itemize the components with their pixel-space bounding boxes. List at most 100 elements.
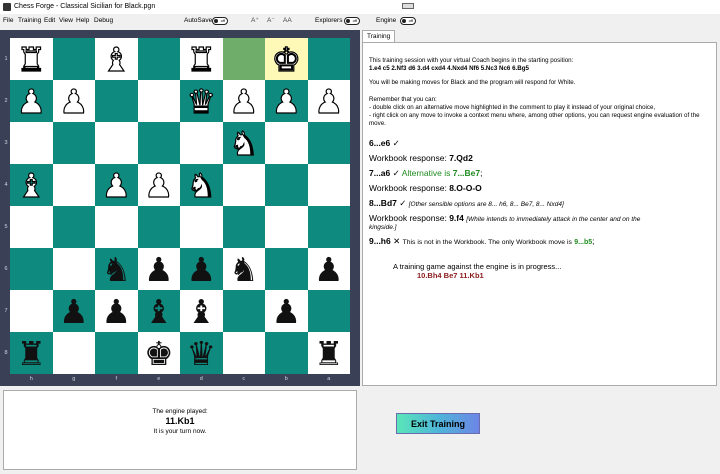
black-pawn-icon[interactable]: ♟ [53, 290, 96, 332]
white-pawn-icon[interactable]: ♟ [95, 164, 138, 206]
move-8-black[interactable]: 8...Bd7 [369, 198, 397, 208]
square-f7[interactable]: ♟ [95, 290, 138, 332]
black-king-icon[interactable]: ♚ [138, 332, 181, 374]
black-bishop-icon[interactable]: ♝ [138, 290, 181, 332]
black-pawn-icon[interactable]: ♟ [265, 290, 308, 332]
square-c2[interactable]: ♟ [222, 80, 266, 122]
square-h1[interactable]: ♜ [10, 38, 53, 80]
menu-edit[interactable]: Edit [44, 14, 55, 28]
square-e2[interactable] [137, 80, 180, 122]
square-g2[interactable]: ♟ [52, 80, 96, 122]
square-g7[interactable]: ♟ [52, 290, 96, 332]
square-b1[interactable]: ♚ [265, 38, 308, 80]
white-pawn-icon[interactable]: ♟ [265, 80, 308, 122]
white-rook-icon[interactable]: ♜ [10, 38, 53, 80]
move-7-white[interactable]: 7.Qd2 [449, 153, 473, 163]
square-c5[interactable] [222, 206, 265, 248]
square-b3[interactable] [265, 122, 308, 164]
square-g4[interactable] [52, 164, 95, 206]
white-knight-icon[interactable]: ♞ [180, 164, 223, 206]
black-rook-icon[interactable]: ♜ [10, 332, 53, 374]
black-knight-icon[interactable]: ♞ [95, 248, 138, 290]
opening-moves[interactable]: 1.e4 c5 2.Nf3 d6 3.d4 cxd4 4.Nxd4 Nf6 5.… [369, 65, 529, 73]
black-queen-icon[interactable]: ♛ [180, 332, 223, 374]
move-8-white[interactable]: 8.O-O-O [449, 183, 482, 193]
menu-debug[interactable]: Debug [94, 14, 113, 28]
explorers-toggle[interactable]: off [344, 17, 360, 25]
square-h6[interactable] [10, 248, 53, 290]
move-7-black[interactable]: 7...a6 [369, 168, 390, 178]
square-d1[interactable]: ♜ [180, 38, 223, 80]
square-g8[interactable] [52, 332, 95, 374]
square-g6[interactable] [52, 248, 95, 290]
white-pawn-icon[interactable]: ♟ [138, 164, 181, 206]
black-knight-icon[interactable]: ♞ [223, 248, 266, 290]
square-f6[interactable]: ♞ [95, 248, 138, 290]
square-e4[interactable]: ♟ [137, 164, 181, 206]
square-e7[interactable]: ♝ [137, 290, 181, 332]
font-fixed-button[interactable]: AA [283, 14, 292, 28]
white-king-icon[interactable]: ♚ [265, 38, 308, 80]
square-a2[interactable]: ♟ [307, 80, 351, 122]
menu-training[interactable]: Training [18, 14, 41, 28]
font-increase-button[interactable]: A⁺ [251, 14, 259, 28]
square-g3[interactable] [52, 122, 95, 164]
square-a6[interactable]: ♟ [307, 248, 350, 290]
menu-file[interactable]: File [3, 14, 13, 28]
window-handle-icon[interactable] [402, 3, 414, 9]
white-rook-icon[interactable]: ♜ [180, 38, 223, 80]
menu-view[interactable]: View [59, 14, 73, 28]
square-d7[interactable]: ♝ [180, 290, 223, 332]
square-c1[interactable] [222, 38, 265, 80]
white-bishop-icon[interactable]: ♝ [10, 164, 53, 206]
white-bishop-icon[interactable]: ♝ [95, 38, 138, 80]
white-queen-icon[interactable]: ♛ [180, 80, 223, 122]
square-h8[interactable]: ♜ [10, 332, 53, 374]
square-d6[interactable]: ♟ [180, 248, 223, 290]
square-d5[interactable] [180, 206, 223, 248]
square-f4[interactable]: ♟ [95, 164, 138, 206]
square-e3[interactable] [137, 122, 180, 164]
square-f8[interactable] [95, 332, 138, 374]
square-a5[interactable] [307, 206, 350, 248]
square-a7[interactable] [307, 290, 350, 332]
alternative-move[interactable]: 7...Be7 [453, 168, 480, 178]
black-pawn-icon[interactable]: ♟ [138, 248, 181, 290]
square-c6[interactable]: ♞ [222, 248, 266, 290]
square-c4[interactable] [222, 164, 265, 206]
autosave-toggle[interactable]: off [212, 17, 228, 25]
square-e8[interactable]: ♚ [137, 332, 181, 374]
square-b2[interactable]: ♟ [265, 80, 308, 122]
square-h4[interactable]: ♝ [10, 164, 53, 206]
square-b6[interactable] [265, 248, 308, 290]
font-decrease-button[interactable]: A⁻ [267, 14, 275, 28]
white-pawn-icon[interactable]: ♟ [53, 80, 96, 122]
square-d2[interactable]: ♛ [180, 80, 223, 122]
square-e1[interactable] [137, 38, 180, 80]
square-c8[interactable] [222, 332, 265, 374]
engine-line[interactable]: 10.Bh4 Be7 11.Kb1 [417, 272, 484, 280]
square-b5[interactable] [265, 206, 308, 248]
black-pawn-icon[interactable]: ♟ [180, 248, 223, 290]
square-c7[interactable] [222, 290, 265, 332]
square-f1[interactable]: ♝ [95, 38, 138, 80]
square-b7[interactable]: ♟ [265, 290, 308, 332]
white-pawn-icon[interactable]: ♟ [308, 80, 351, 122]
only-workbook-move[interactable]: 9...b5 [574, 239, 592, 246]
move-9-white[interactable]: 9.f4 [449, 213, 464, 223]
square-b8[interactable] [265, 332, 308, 374]
square-g5[interactable] [52, 206, 95, 248]
move-9-black[interactable]: 9...h6 [369, 236, 391, 246]
black-rook-icon[interactable]: ♜ [308, 332, 351, 374]
square-h5[interactable] [10, 206, 53, 248]
exit-training-button[interactable]: Exit Training [396, 413, 480, 434]
square-a4[interactable] [307, 164, 350, 206]
white-pawn-icon[interactable]: ♟ [223, 80, 266, 122]
square-f2[interactable] [95, 80, 138, 122]
square-a3[interactable] [307, 122, 350, 164]
square-a8[interactable]: ♜ [307, 332, 351, 374]
square-d8[interactable]: ♛ [180, 332, 223, 374]
tab-training[interactable]: Training [362, 30, 396, 42]
engine-toggle[interactable]: off [400, 17, 416, 25]
square-h3[interactable] [10, 122, 53, 164]
